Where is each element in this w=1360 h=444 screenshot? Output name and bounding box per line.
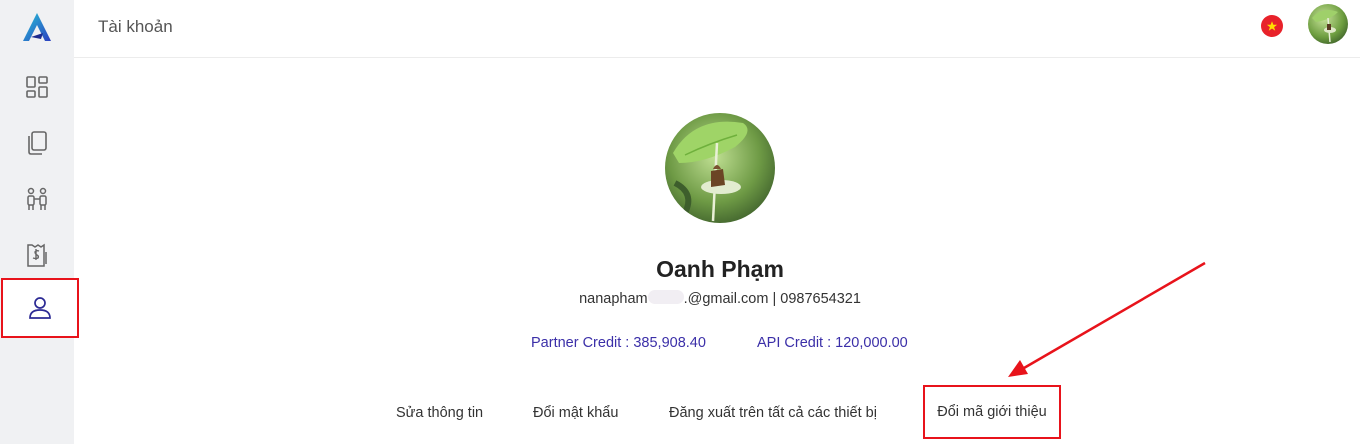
profile-avatar[interactable] (665, 113, 775, 223)
documents-icon (28, 131, 47, 155)
annotation-arrow (1008, 261, 1206, 377)
edit-info-link[interactable]: Sửa thông tin (396, 405, 483, 421)
top-header: Tài khoản (74, 0, 1360, 58)
email-prefix: nanapham (579, 291, 648, 307)
change-password-link[interactable]: Đổi mật khẩu (533, 405, 618, 421)
vietnam-flag-icon[interactable] (1261, 15, 1283, 37)
change-referral-code-link[interactable]: Đổi mã giới thiệu (923, 385, 1061, 439)
sidebar-item-account[interactable] (1, 278, 79, 338)
dashboard-icon (26, 76, 48, 98)
profile-name: Oanh Phạm (656, 256, 784, 282)
header-avatar[interactable] (1308, 4, 1348, 44)
email-redaction (647, 290, 684, 304)
partners-icon (27, 187, 47, 210)
app-logo[interactable] (18, 10, 56, 46)
email-suffix: .@gmail.com (683, 291, 769, 307)
api-credit: API Credit : 120,000.00 (757, 335, 908, 351)
sidebar-item-partners[interactable] (0, 171, 74, 227)
sidebar-item-dashboard[interactable] (0, 59, 74, 115)
sidebar-item-documents[interactable] (0, 115, 74, 171)
partner-credit: Partner Credit : 385,908.40 (531, 335, 706, 351)
logout-all-devices-link[interactable]: Đăng xuất trên tất cả các thiết bị (669, 405, 877, 421)
page-title: Tài khoản (98, 17, 173, 36)
contact-separator: | (772, 291, 777, 307)
phone-number: 0987654321 (780, 291, 861, 307)
sidebar (0, 0, 79, 444)
profile-contact: nanapham .@gmail.com | 0987654321 (0, 290, 1360, 307)
